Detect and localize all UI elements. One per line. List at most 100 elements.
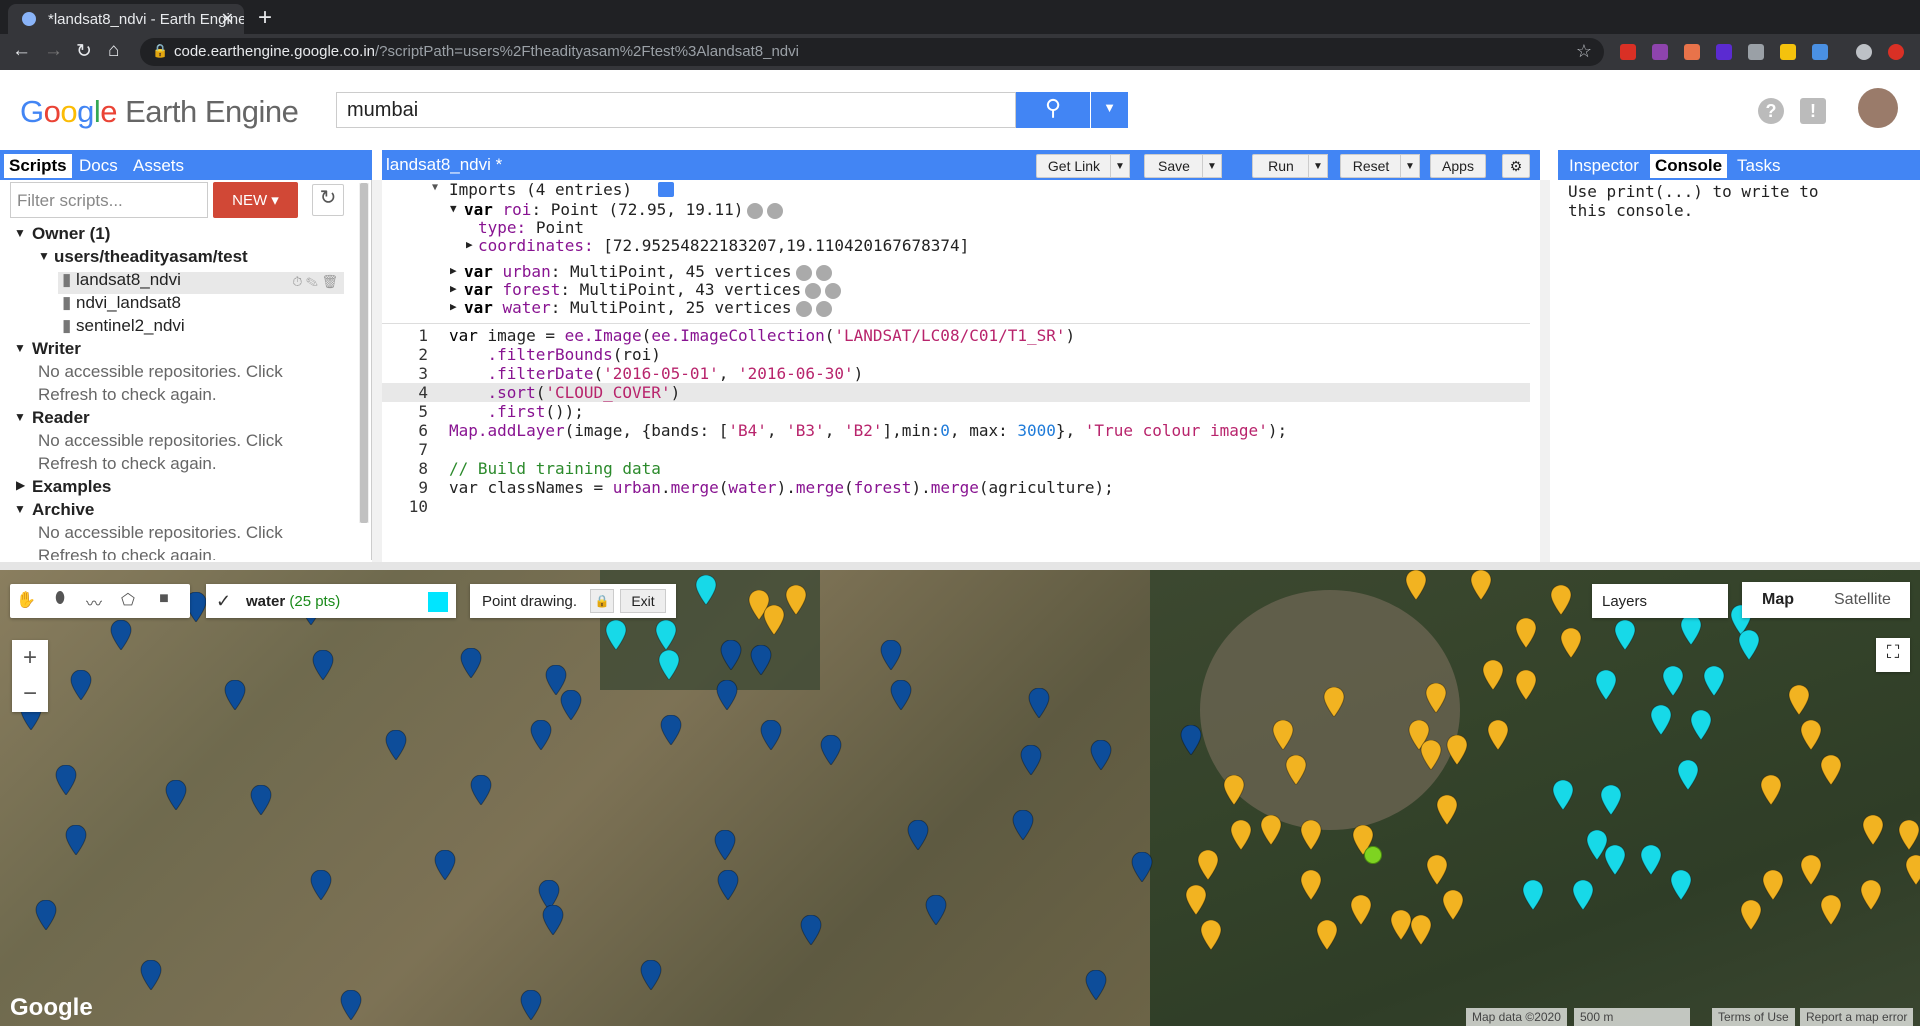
urban-marker-icon[interactable] <box>165 779 187 811</box>
add-marker-icon[interactable]: ⬮ <box>48 590 72 612</box>
row-actions[interactable]: ⏱ ✎ 🗑 <box>292 274 338 290</box>
water-marker-icon[interactable] <box>1703 665 1725 697</box>
tab-docs[interactable]: Docs <box>74 154 123 178</box>
back-icon[interactable]: ← <box>12 40 31 62</box>
map-type-map[interactable]: Map <box>1762 591 1794 609</box>
forest-marker-icon[interactable] <box>1197 849 1219 881</box>
forest-marker-icon[interactable] <box>1905 854 1920 886</box>
forest-marker-icon[interactable] <box>1405 570 1427 601</box>
expand-examples-icon[interactable]: ▶ <box>16 478 25 492</box>
run-dropdown[interactable]: ▼ <box>1308 154 1328 178</box>
expand-archive-icon[interactable]: ▼ <box>14 502 26 516</box>
feedback-icon[interactable]: ! <box>1800 98 1826 124</box>
urban-marker-icon[interactable] <box>542 904 564 936</box>
layer-visible-checkbox[interactable]: ✓ <box>216 591 231 612</box>
water-marker-icon[interactable] <box>1677 759 1699 791</box>
reset-dropdown[interactable]: ▼ <box>1400 154 1420 178</box>
configure-icon[interactable] <box>795 264 812 281</box>
expand-water-icon[interactable]: ▶ <box>450 300 457 313</box>
urban-marker-icon[interactable] <box>1012 809 1034 841</box>
report-error-link[interactable]: Report a map error <box>1800 1008 1914 1026</box>
search-button[interactable]: ⚲ <box>1016 92 1090 128</box>
forest-marker-icon[interactable] <box>1185 884 1207 916</box>
configure-icon[interactable] <box>805 282 822 299</box>
water-marker-icon[interactable] <box>1552 779 1574 811</box>
extension-icon[interactable] <box>1684 44 1700 60</box>
water-marker-icon[interactable] <box>655 619 677 651</box>
filter-scripts-input[interactable]: Filter scripts... <box>10 182 208 218</box>
update-icon[interactable] <box>1888 44 1904 60</box>
reload-icon[interactable]: ↻ <box>76 40 92 63</box>
reset-button[interactable]: Reset <box>1340 154 1402 178</box>
fullscreen-icon[interactable]: ⛶ <box>1876 638 1910 672</box>
geometry-layer-chip[interactable]: ✓ water (25 pts) <box>206 584 456 618</box>
save-button[interactable]: Save <box>1144 154 1204 178</box>
urban-marker-icon[interactable] <box>224 679 246 711</box>
urban-marker-icon[interactable] <box>530 719 552 751</box>
urban-marker-icon[interactable] <box>750 644 772 676</box>
map-view[interactable]: ✋ ⬮ 〰 ⬠ ■ ✓ water (25 pts) Point drawing… <box>0 570 1920 1026</box>
forest-marker-icon[interactable] <box>1788 684 1810 716</box>
extension-icon[interactable] <box>1812 44 1828 60</box>
zoom-in-button[interactable]: + <box>12 640 48 676</box>
delete-import-icon[interactable] <box>815 300 832 317</box>
water-marker-icon[interactable] <box>1690 709 1712 741</box>
forest-marker-icon[interactable] <box>1800 854 1822 886</box>
forest-marker-icon[interactable] <box>1446 734 1468 766</box>
urban-marker-icon[interactable] <box>1028 687 1050 719</box>
expand-owner-icon[interactable]: ▼ <box>14 226 26 240</box>
forest-marker-icon[interactable] <box>1762 869 1784 901</box>
tree-archive[interactable]: Archive <box>32 500 94 520</box>
urban-marker-icon[interactable] <box>560 689 582 721</box>
code-line-1[interactable]: 1 var image = ee.Image(ee.ImageCollection… <box>382 326 1530 345</box>
forest-marker-icon[interactable] <box>1300 819 1322 851</box>
scrollbar-thumb[interactable] <box>360 183 368 523</box>
forest-marker-icon[interactable] <box>1482 659 1504 691</box>
urban-marker-icon[interactable] <box>520 989 542 1021</box>
profile-icon[interactable] <box>1856 44 1872 60</box>
forest-marker-icon[interactable] <box>1515 669 1537 701</box>
code-line-5[interactable]: 5 .first()); <box>382 402 1530 421</box>
urban-marker-icon[interactable] <box>660 714 682 746</box>
forest-marker-icon[interactable] <box>1425 682 1447 714</box>
forest-marker-icon[interactable] <box>1470 570 1492 601</box>
search-input[interactable]: mumbai <box>336 92 1016 128</box>
tree-reader[interactable]: Reader <box>32 408 90 428</box>
tree-examples[interactable]: Examples <box>32 477 111 497</box>
water-marker-icon[interactable] <box>695 574 717 606</box>
new-script-button[interactable]: NEW ▾ <box>213 182 298 218</box>
get-link-dropdown[interactable]: ▼ <box>1110 154 1130 178</box>
expand-repo-icon[interactable]: ▼ <box>38 249 50 263</box>
water-marker-icon[interactable] <box>1640 844 1662 876</box>
draw-polygon-icon[interactable]: ⬠ <box>116 590 140 612</box>
delete-import-icon[interactable] <box>825 282 842 299</box>
forest-marker-icon[interactable] <box>1230 819 1252 851</box>
expand-reader-icon[interactable]: ▼ <box>14 410 26 424</box>
exit-drawing-button[interactable]: Exit <box>620 589 666 613</box>
code-line-7[interactable]: 7 <box>382 440 1530 459</box>
adblock-extension-icon[interactable] <box>1620 44 1636 60</box>
urban-marker-icon[interactable] <box>140 959 162 991</box>
water-marker-icon[interactable] <box>1738 629 1760 661</box>
urban-marker-icon[interactable] <box>716 679 738 711</box>
code-line-6[interactable]: 6 Map.addLayer(image, {bands: ['B4', 'B3'… <box>382 421 1530 440</box>
water-marker-icon[interactable] <box>658 649 680 681</box>
run-button[interactable]: Run <box>1252 154 1310 178</box>
water-marker-icon[interactable] <box>1595 669 1617 701</box>
urban-marker-icon[interactable] <box>35 899 57 931</box>
layer-color-swatch[interactable] <box>428 592 448 612</box>
urban-marker-icon[interactable] <box>1085 969 1107 1001</box>
browser-tab[interactable]: *landsat8_ndvi - Earth Engine ✕ <box>8 4 244 34</box>
forward-icon[interactable]: → <box>44 40 63 62</box>
forest-marker-icon[interactable] <box>1442 889 1464 921</box>
forest-name[interactable]: forest <box>503 280 561 299</box>
urban-name[interactable]: urban <box>503 262 551 281</box>
tree-writer[interactable]: Writer <box>32 339 81 359</box>
urban-marker-icon[interactable] <box>714 829 736 861</box>
forest-marker-icon[interactable] <box>1550 584 1572 616</box>
delete-import-icon[interactable] <box>815 264 832 281</box>
tab-assets[interactable]: Assets <box>128 154 189 178</box>
expand-urban-icon[interactable]: ▶ <box>450 264 457 277</box>
water-marker-icon[interactable] <box>1680 614 1702 646</box>
new-tab-icon[interactable]: + <box>258 4 272 32</box>
